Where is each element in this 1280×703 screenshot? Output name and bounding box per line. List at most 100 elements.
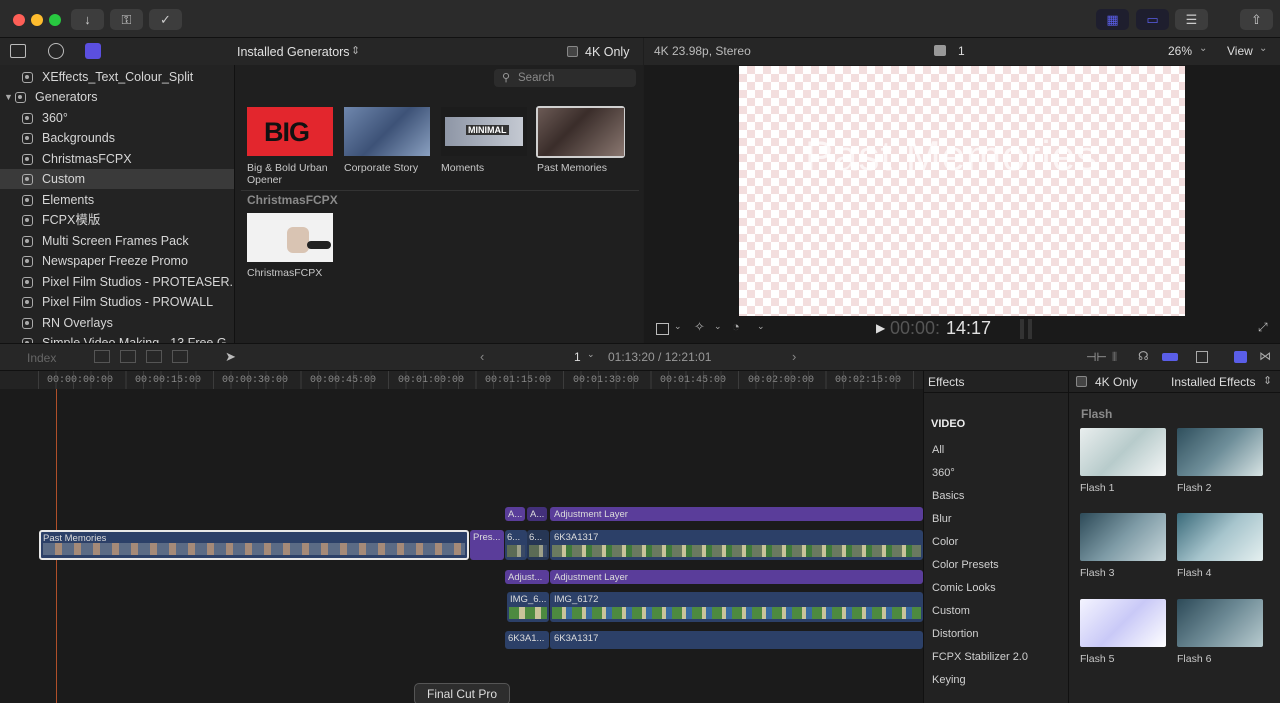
effect-thumbnail[interactable] — [1080, 428, 1166, 476]
timeline-clip[interactable]: A... — [527, 507, 547, 521]
effects-category[interactable]: Custom — [932, 605, 970, 617]
4k-only-checkbox[interactable] — [1076, 376, 1087, 387]
timecode-display[interactable]: 14:17 — [946, 318, 991, 339]
browser-layout-button[interactable]: ▦ — [1096, 9, 1129, 30]
installed-effects-menu[interactable]: Installed Effects — [1171, 375, 1256, 389]
timeline-clip[interactable]: IMG_6172 — [550, 592, 923, 622]
effects-category[interactable]: Color — [932, 536, 958, 548]
close-window-button[interactable] — [13, 14, 25, 26]
effects-category[interactable]: 360° — [932, 467, 955, 479]
index-button[interactable]: Index — [27, 351, 56, 365]
zoom-menu[interactable]: 26% — [1168, 44, 1192, 58]
select-tool-icon[interactable]: ➤ — [225, 349, 236, 365]
insert-clip-icon[interactable] — [120, 350, 136, 363]
timeline-clip[interactable]: Pres... — [470, 530, 504, 560]
connect-clip-icon[interactable] — [94, 350, 110, 363]
generator-thumbnail-selected[interactable] — [538, 108, 624, 156]
effects-browser-icon[interactable] — [1234, 351, 1247, 363]
effects-category[interactable]: Comic Looks — [932, 582, 996, 594]
timeline-clip[interactable]: Adjustment Layer — [550, 570, 923, 584]
generator-thumbnail[interactable] — [247, 213, 333, 262]
effect-thumbnail[interactable] — [1080, 513, 1166, 561]
snapping-icon[interactable] — [1162, 353, 1178, 361]
timeline-layout-button[interactable]: ▭ — [1136, 9, 1169, 30]
fullscreen-icon[interactable]: ⤢ — [1258, 320, 1268, 335]
generator-icon — [22, 195, 33, 206]
sidebar-item[interactable]: Pixel Film Studios - PROWALL — [0, 292, 234, 312]
zoom-window-button[interactable] — [49, 14, 61, 26]
effects-category[interactable]: Basics — [932, 490, 964, 502]
clip-appearance-icon[interactable] — [1196, 351, 1208, 363]
chevron-updown-icon[interactable]: ⇕ — [351, 44, 360, 57]
transform-icon[interactable] — [656, 323, 669, 335]
timeline-clip[interactable]: 6K3A1317 — [550, 530, 923, 560]
view-menu[interactable]: View — [1227, 44, 1253, 58]
inspector-button[interactable]: ☰ — [1175, 9, 1208, 30]
effects-title: Effects — [928, 375, 965, 389]
sidebar-item[interactable]: Simple Video Making - 13 Free G... — [0, 333, 234, 343]
background-tasks-button[interactable]: ✓ — [149, 9, 182, 30]
forward-arrow-icon[interactable]: › — [792, 349, 796, 364]
sidebar-item[interactable]: Elements — [0, 190, 234, 210]
libraries-icon[interactable] — [10, 44, 26, 58]
search-field[interactable]: ⚲ Search — [494, 69, 636, 87]
headphones-icon[interactable]: ☊ — [1138, 349, 1149, 363]
effects-category[interactable]: Keying — [932, 674, 966, 686]
share-button[interactable]: ⇧ — [1240, 9, 1273, 30]
sidebar-item-custom[interactable]: Custom — [0, 169, 234, 189]
effect-thumbnail[interactable] — [1177, 513, 1263, 561]
play-icon[interactable]: ▶ — [876, 321, 885, 335]
generator-thumbnail[interactable] — [344, 107, 430, 156]
timeline-ruler[interactable]: 00:00:00:00 00:00:15:00 00:00:30:00 00:0… — [0, 371, 923, 389]
effects-category[interactable]: Distortion — [932, 628, 978, 640]
overwrite-clip-icon[interactable] — [172, 350, 188, 363]
transitions-browser-icon[interactable]: ⋈ — [1259, 349, 1271, 363]
timeline-clip[interactable]: 6... — [527, 530, 549, 560]
back-arrow-icon[interactable]: ‹ — [480, 349, 484, 364]
browser-title[interactable]: Installed Generators — [237, 45, 350, 59]
timeline-clip[interactable]: Adjust... — [505, 570, 549, 584]
effects-category[interactable]: Blur — [932, 513, 952, 525]
thumbnail-label: Corporate Story — [344, 162, 419, 174]
keywords-button[interactable]: ⚿ — [110, 9, 143, 30]
effect-thumbnail[interactable] — [1080, 599, 1166, 647]
photos-audio-icon[interactable] — [48, 43, 64, 59]
4k-only-checkbox[interactable] — [567, 46, 578, 57]
sidebar-item[interactable]: FCPX模版 — [0, 210, 234, 230]
minimize-window-button[interactable] — [31, 14, 43, 26]
sidebar-item[interactable]: Backgrounds — [0, 128, 234, 148]
audio-skimming-icon[interactable]: ⫴ — [1112, 350, 1117, 365]
generator-thumbnail[interactable]: BIG — [247, 107, 333, 156]
viewer-canvas[interactable]: Past Memories — [739, 66, 1185, 316]
append-clip-icon[interactable] — [146, 350, 162, 363]
timeline-clip[interactable]: A... — [505, 507, 525, 521]
titles-generators-icon[interactable] — [85, 43, 101, 59]
sidebar-item[interactable]: Pixel Film Studios - PROTEASER... — [0, 272, 234, 292]
speed-icon[interactable]: ◔ — [732, 319, 740, 334]
effects-category[interactable]: Color Presets — [932, 559, 999, 571]
timeline-clip[interactable]: 6... — [505, 530, 527, 560]
generator-thumbnail[interactable]: MINIMAL — [441, 107, 527, 156]
sidebar-item[interactable]: 360° — [0, 108, 234, 128]
sidebar-item[interactable]: XEffects_Text_Colour_Split — [0, 67, 234, 87]
import-button[interactable]: ↓ — [71, 9, 104, 30]
effect-thumbnail[interactable] — [1177, 599, 1263, 647]
timeline-clip[interactable]: IMG_6... — [507, 592, 549, 622]
sidebar-item[interactable]: RN Overlays — [0, 313, 234, 333]
effects-category[interactable]: FCPX Stabilizer 2.0 — [932, 651, 1028, 663]
disclosure-triangle-icon[interactable]: ▼ — [4, 87, 13, 107]
project-page[interactable]: 1 — [574, 350, 581, 364]
effects-category[interactable]: All — [932, 444, 944, 456]
sidebar-item[interactable]: Newspaper Freeze Promo — [0, 251, 234, 271]
magic-wand-icon[interactable]: ✧ — [694, 319, 705, 335]
timeline-clip[interactable]: Adjustment Layer — [550, 507, 923, 521]
sidebar-item-generators[interactable]: ▼ Generators — [0, 87, 234, 107]
timeline-area[interactable]: A... A... Adjustment Layer Past Memories… — [0, 389, 923, 703]
effect-thumbnail[interactable] — [1177, 428, 1263, 476]
timeline-clip-selected[interactable]: Past Memories — [39, 530, 469, 560]
sidebar-item[interactable]: ChristmasFCPX — [0, 149, 234, 169]
sidebar-item[interactable]: Multi Screen Frames Pack — [0, 231, 234, 251]
timeline-clip[interactable]: 6K3A1317 — [550, 631, 923, 649]
zoom-to-fit-icon[interactable]: ⊣⊢ — [1086, 350, 1107, 364]
timeline-clip[interactable]: 6K3A1... — [505, 631, 549, 649]
